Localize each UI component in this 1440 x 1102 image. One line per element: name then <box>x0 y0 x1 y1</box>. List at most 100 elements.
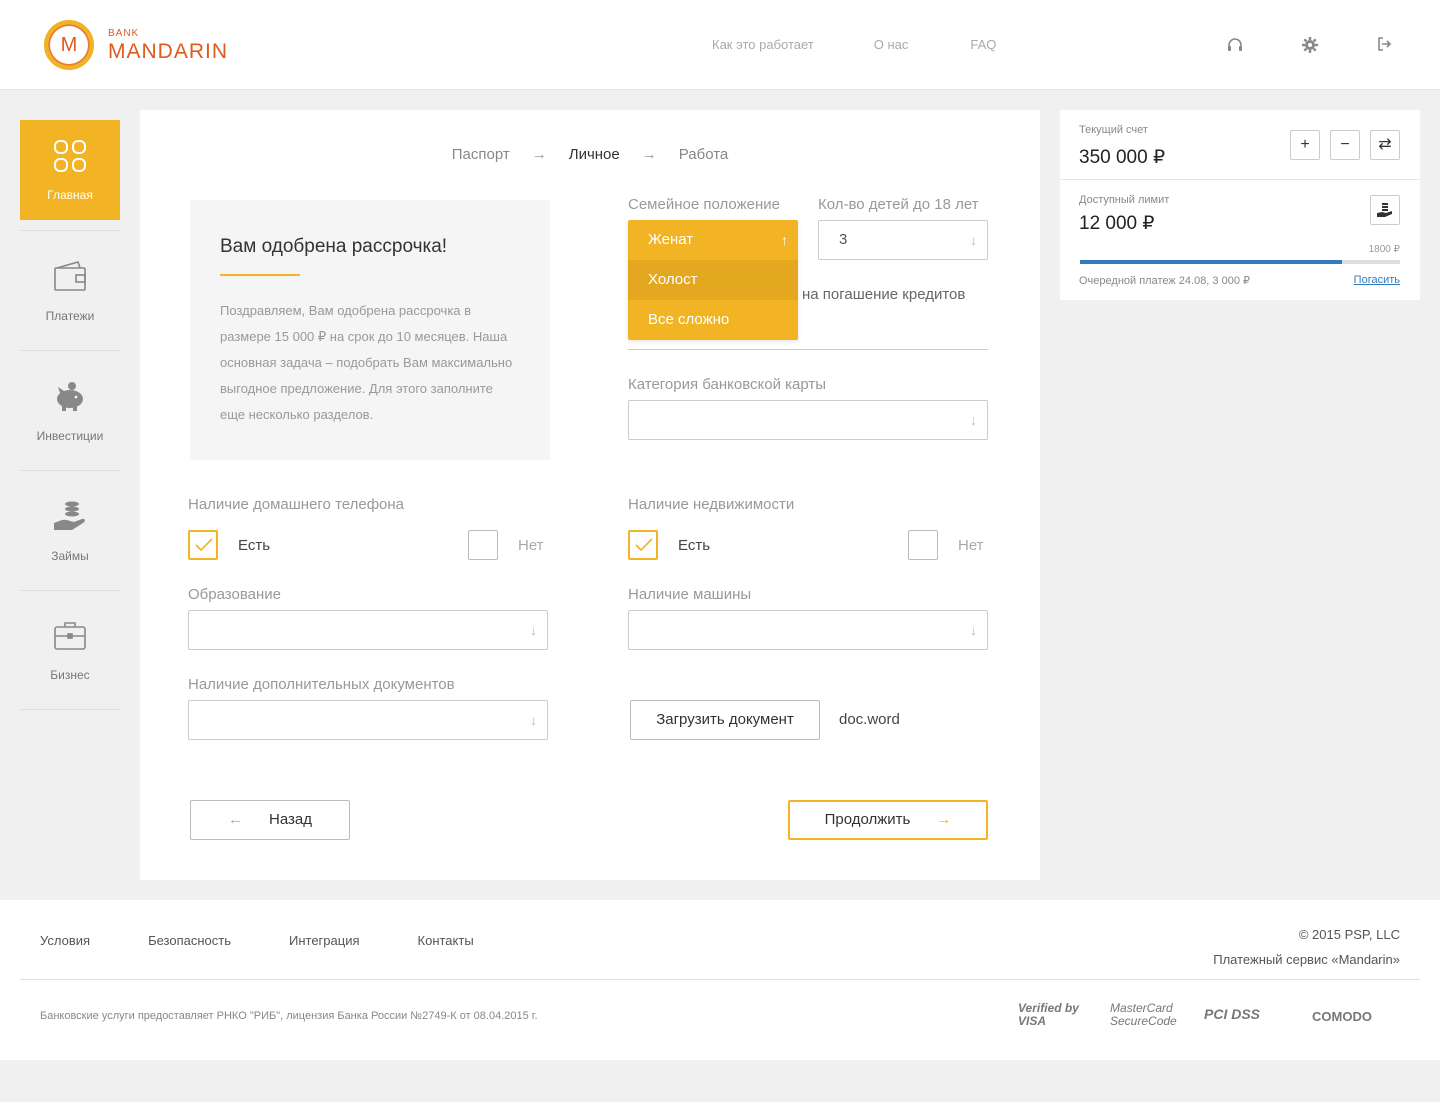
arrow-right-icon: → <box>936 811 952 828</box>
chevron-down-icon: ↓ <box>970 622 977 638</box>
marital-option-single[interactable]: Холост <box>628 260 798 300</box>
application-form: Паспорт → Личное → Работа Вам одобрена р… <box>140 110 1040 880</box>
children-value: 3 <box>839 231 848 248</box>
step-personal[interactable]: Личное <box>569 146 620 163</box>
extra-docs-label: Наличие дополнительных документов <box>188 676 455 693</box>
nav-about[interactable]: О нас <box>874 37 909 52</box>
home-phone-no-checkbox[interactable] <box>468 530 498 560</box>
headset-icon[interactable] <box>1225 36 1245 56</box>
footer-link-security[interactable]: Безопасность <box>148 933 231 948</box>
sidebar-item-label: Платежи <box>45 308 95 323</box>
loan-hand-button[interactable] <box>1370 195 1400 225</box>
approval-text: Поздравляем, Вам одобрена рассрочка в ра… <box>220 303 513 422</box>
realty-label: Наличие недвижимости <box>628 496 795 513</box>
limit-progress-bar <box>1080 260 1400 264</box>
sidebar-item-label: Главная <box>47 188 93 202</box>
sidebar-item-business[interactable]: Бизнес <box>20 590 120 710</box>
chevron-up-icon: ↑ <box>781 232 788 248</box>
transfer-button[interactable]: ⇄ <box>1370 130 1400 160</box>
chevron-down-icon: ↓ <box>970 412 977 428</box>
chevron-down-icon: ↓ <box>530 712 537 728</box>
approval-panel: Вам одобрена рассрочка! Поздравляем, Вам… <box>190 200 550 460</box>
comodo-badge: COMODO <box>1312 1009 1372 1024</box>
check-icon <box>195 538 213 552</box>
home-phone-no-label: Нет <box>518 537 544 554</box>
credit-repayment-underline <box>628 349 988 350</box>
progress-fill <box>1080 260 1343 264</box>
option-label: Все сложно <box>648 311 730 328</box>
sidebar-item-investments[interactable]: Инвестиции <box>20 350 120 470</box>
upload-document-button[interactable]: Загрузить документ <box>630 700 820 740</box>
option-label: Женат <box>648 231 694 248</box>
sidebar: Главная Платежи Инвестиции Займы Бизнес <box>20 110 120 710</box>
pci-dss-badge: PCI DSS <box>1204 1006 1261 1022</box>
mastercard-securecode-badge: MasterCard SecureCode <box>1110 1001 1177 1028</box>
marital-option-complicated[interactable]: Все сложно <box>628 300 798 340</box>
progress-label: 1800 ₽ <box>1368 244 1400 255</box>
coins-hand-icon <box>1377 203 1392 217</box>
minus-button[interactable]: − <box>1330 130 1360 160</box>
copyright-block: © 2015 PSP, LLC Платежный сервис «Mandar… <box>1213 922 1400 972</box>
limit-value: 12 000 ₽ <box>1079 213 1155 234</box>
header: M BANK MANDARIN Как это работает О нас F… <box>0 0 1440 90</box>
continue-button-label: Продолжить <box>824 811 911 828</box>
current-account-value: 350 000 ₽ <box>1079 147 1166 168</box>
marital-option-married[interactable]: Женат ↑ <box>628 220 798 260</box>
back-button-label: Назад <box>269 811 312 828</box>
step-arrow: → <box>531 146 547 163</box>
footer-link-contacts[interactable]: Контакты <box>418 933 474 948</box>
service-name: Платежный сервис «Mandarin» <box>1213 952 1400 967</box>
legal-text: Банковские услуги предоставляет РНКО "РИ… <box>40 1010 538 1022</box>
limit-label: Доступный лимит <box>1079 194 1170 206</box>
approval-divider <box>220 274 300 276</box>
step-passport[interactable]: Паспорт <box>452 146 510 163</box>
sidebar-item-label: Займы <box>51 548 89 563</box>
back-button[interactable]: ← Назад <box>190 800 350 840</box>
home-phone-yes-checkbox[interactable] <box>188 530 218 560</box>
footer-divider <box>20 979 1420 980</box>
repay-link[interactable]: Погасить <box>1354 274 1400 286</box>
footer-link-terms[interactable]: Условия <box>40 933 90 948</box>
nav-faq[interactable]: FAQ <box>970 37 996 52</box>
sidebar-item-label: Инвестиции <box>36 428 104 443</box>
piggy-bank-icon <box>57 381 83 411</box>
next-payment-text: Очередной платеж 24.08, 3 000 ₽ <box>1079 275 1251 287</box>
verified-by-visa-badge: Verified by VISA <box>1018 1001 1079 1028</box>
nav-how-it-works[interactable]: Как это работает <box>712 37 814 52</box>
option-label: Холост <box>648 271 698 288</box>
footer-link-integration[interactable]: Интеграция <box>289 933 360 948</box>
grid-icon <box>54 140 86 172</box>
wallet-icon <box>54 260 86 291</box>
car-select[interactable]: ↓ <box>628 610 988 650</box>
step-work[interactable]: Работа <box>679 146 729 163</box>
children-select[interactable]: 3 ↓ <box>818 220 988 260</box>
children-label: Кол-во детей до 18 лет <box>818 196 979 213</box>
arrow-left-icon: ← <box>228 811 243 828</box>
current-account-label: Текущий счет <box>1079 124 1148 136</box>
gear-icon[interactable] <box>1300 36 1320 56</box>
card-category-label: Категория банковской карты <box>628 376 827 393</box>
sidebar-item-label: Бизнес <box>50 668 90 682</box>
realty-yes-label: Есть <box>678 537 711 554</box>
plus-button[interactable]: + <box>1290 130 1320 160</box>
logout-icon[interactable] <box>1374 36 1394 56</box>
step-arrow: → <box>641 146 657 163</box>
home-phone-label: Наличие домашнего телефона <box>188 496 405 513</box>
steps: Паспорт → Личное → Работа <box>140 146 1040 163</box>
extra-docs-select[interactable]: ↓ <box>188 700 548 740</box>
education-select[interactable]: ↓ <box>188 610 548 650</box>
marital-dropdown[interactable]: Женат ↑ Холост Все сложно <box>628 220 798 340</box>
card-category-select[interactable]: ↓ <box>628 400 988 440</box>
continue-button[interactable]: Продолжить → <box>788 800 988 840</box>
sidebar-item-loans[interactable]: Займы <box>20 470 120 590</box>
logo-mark: M <box>44 20 94 70</box>
logo[interactable]: M BANK MANDARIN <box>44 20 228 70</box>
realty-no-checkbox[interactable] <box>908 530 938 560</box>
sidebar-item-home[interactable]: Главная <box>20 110 120 230</box>
sidebar-item-payments[interactable]: Платежи <box>20 230 120 350</box>
logo-letter: M <box>60 33 78 56</box>
footer-links: Условия Безопасность Интеграция Контакты <box>40 933 532 948</box>
copyright: © 2015 PSP, LLC <box>1298 927 1400 942</box>
approval-title: Вам одобрена рассрочка! <box>220 236 448 257</box>
realty-yes-checkbox[interactable] <box>628 530 658 560</box>
